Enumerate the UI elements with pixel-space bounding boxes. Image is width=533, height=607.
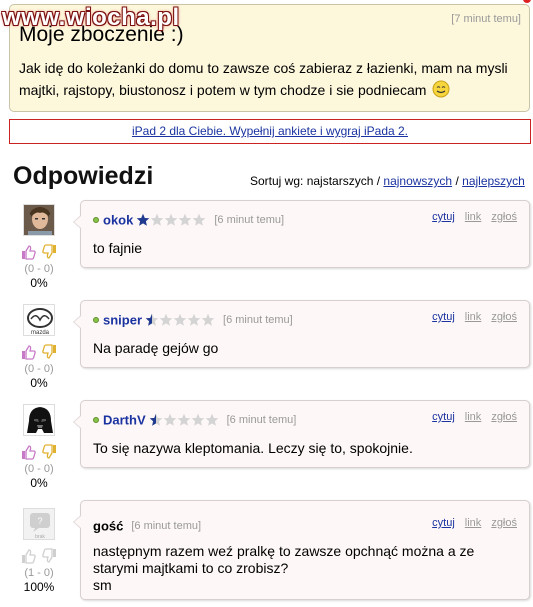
answer-text: To się nazywa kleptomania. Leczy się to,… xyxy=(93,440,413,456)
smiley-icon xyxy=(432,80,450,98)
answer-bubble: okok [6 minut temu] cytuj link zgłoś to fajni… xyxy=(73,200,530,268)
answer-text: Na paradę gejów go xyxy=(93,340,219,356)
sort-newest-link[interactable]: najnowszych xyxy=(383,174,452,188)
report-link[interactable]: zgłoś xyxy=(491,517,517,529)
star-icon xyxy=(201,313,215,327)
star-icon xyxy=(163,413,177,427)
thumb-up-icon[interactable] xyxy=(20,344,36,360)
top-corner-icon[interactable] xyxy=(493,0,533,4)
vote-count: (0 - 0) xyxy=(24,363,54,375)
online-status-icon xyxy=(93,316,99,323)
star-icon xyxy=(150,213,164,227)
answer-author[interactable]: okok xyxy=(103,212,133,227)
online-status-icon xyxy=(93,416,99,423)
answer-text: to fajnie xyxy=(93,240,143,256)
star-icon xyxy=(173,313,187,327)
quote-link[interactable]: cytuj xyxy=(432,211,455,223)
vote-count: (1 - 0) xyxy=(24,567,54,579)
star-icon xyxy=(136,213,150,227)
darth-vader-avatar[interactable] xyxy=(23,404,55,436)
vote-box: (0 - 0) 0% xyxy=(15,344,63,390)
answer-actions: cytuj link zgłoś xyxy=(422,517,517,529)
report-link[interactable]: zgłoś xyxy=(491,211,517,223)
star-icon xyxy=(205,413,219,427)
star-icon xyxy=(149,413,163,427)
answer-bubble: sniper [6 minut temu] cytuj link zgłoś Na par… xyxy=(73,300,530,368)
vote-percent: 0% xyxy=(30,376,48,390)
vote-percent: 0% xyxy=(30,276,48,290)
sort-label: Sortuj wg: najstarszych / xyxy=(250,174,381,188)
answer-time: [6 minut temu] xyxy=(214,213,285,226)
answer-time: [6 minut temu] xyxy=(131,519,202,532)
vote-box: (1 - 0) 100% xyxy=(15,548,63,594)
star-icon xyxy=(192,213,206,227)
star-icon xyxy=(191,413,205,427)
permalink-link[interactable]: link xyxy=(465,311,482,323)
svg-text:brak: brak xyxy=(35,534,45,540)
rating-stars xyxy=(145,313,215,327)
svg-text:mazda: mazda xyxy=(31,330,50,336)
thumb-up-icon[interactable] xyxy=(20,444,36,460)
answers-heading: Odpowiedzi xyxy=(13,162,154,190)
answer-time: [6 minut temu] xyxy=(223,313,293,326)
quote-link[interactable]: cytuj xyxy=(432,311,455,323)
question-time: [7 minut temu] xyxy=(451,13,521,25)
star-icon xyxy=(164,213,178,227)
answer-actions: cytuj link zgłoś xyxy=(422,311,517,323)
star-icon xyxy=(187,313,201,327)
vote-box: (0 - 0) 0% xyxy=(15,244,63,290)
permalink-link[interactable]: link xyxy=(465,411,482,423)
vote-count: (0 - 0) xyxy=(24,463,54,475)
answer-text: następnym razem weź pralkę to zawsze opc… xyxy=(93,543,475,593)
thumb-down-icon[interactable] xyxy=(42,244,58,260)
mazda-logo-avatar[interactable]: mazda xyxy=(23,304,55,336)
star-icon xyxy=(145,313,159,327)
photo-avatar[interactable] xyxy=(23,204,55,236)
answer-author[interactable]: DarthV xyxy=(103,412,146,427)
thumb-down-icon[interactable] xyxy=(42,444,58,460)
report-link[interactable]: zgłoś xyxy=(491,311,517,323)
promo-link[interactable]: iPad 2 dla Ciebie. Wypełnij ankiete i wy… xyxy=(132,124,408,138)
promo-banner: iPad 2 dla Ciebie. Wypełnij ankiete i wy… xyxy=(9,119,531,144)
thumb-down-icon[interactable] xyxy=(42,548,58,564)
thumb-up-icon[interactable] xyxy=(20,244,36,260)
sort-bar: Sortuj wg: najstarszych / najnowszych / … xyxy=(250,174,525,188)
vote-count: (0 - 0) xyxy=(24,263,54,275)
answer-bubble: DarthV [6 minut temu] cytuj link zgłoś To się… xyxy=(73,400,530,468)
star-icon xyxy=(159,313,173,327)
vote-box: (0 - 0) 0% xyxy=(15,444,63,490)
question-body: Jak idę do koleżanki do domu to zawsze c… xyxy=(19,57,524,101)
answer-author[interactable]: sniper xyxy=(103,312,142,327)
thumb-up-icon[interactable] xyxy=(20,548,36,564)
site-watermark: www.wiocha.pl xyxy=(2,4,180,31)
answer-actions: cytuj link zgłoś xyxy=(422,211,517,223)
quote-link[interactable]: cytuj xyxy=(432,411,455,423)
report-link[interactable]: zgłoś xyxy=(491,411,517,423)
vote-percent: 0% xyxy=(30,476,48,490)
permalink-link[interactable]: link xyxy=(465,517,482,529)
sort-separator: / xyxy=(455,174,459,188)
svg-text:?: ? xyxy=(37,516,42,526)
guest-avatar[interactable]: ? brak xyxy=(23,508,55,540)
answer-bubble: gość [6 minut temu] cytuj link zgłoś następny… xyxy=(73,500,530,600)
answer-time: [6 minut temu] xyxy=(226,413,297,426)
rating-stars xyxy=(136,213,206,227)
online-status-icon xyxy=(93,216,99,223)
answer-author: gość xyxy=(93,518,124,534)
sort-best-link[interactable]: najlepszych xyxy=(462,174,525,188)
star-icon xyxy=(177,413,191,427)
star-icon xyxy=(178,213,192,227)
vote-percent: 100% xyxy=(23,580,55,594)
rating-stars xyxy=(149,413,219,427)
answer-actions: cytuj link zgłoś xyxy=(422,411,517,423)
thumb-down-icon[interactable] xyxy=(42,344,58,360)
permalink-link[interactable]: link xyxy=(465,211,482,223)
quote-link[interactable]: cytuj xyxy=(432,517,455,529)
